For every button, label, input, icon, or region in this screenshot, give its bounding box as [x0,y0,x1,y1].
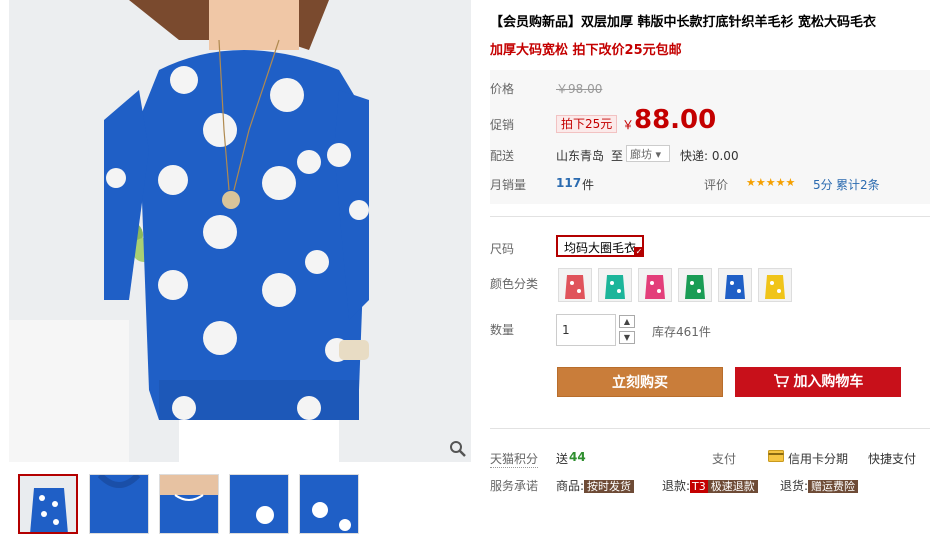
monthly-sales-label: 月销量 [490,178,527,192]
thumbnail-1[interactable] [18,474,78,534]
quantity-decrease-button[interactable]: ▼ [619,331,635,344]
monthly-sales-count: 117 [556,176,582,190]
zoom-icon[interactable] [449,440,467,458]
color-swatch-teal[interactable] [598,268,632,302]
thumbnail-2[interactable] [89,474,149,534]
points-prefix: 送 [556,452,569,466]
ship-from: 山东青岛 [556,149,605,163]
cart-icon [773,374,794,390]
color-label: 颜色分类 [490,277,539,291]
color-swatch-green[interactable] [678,268,712,302]
return-service: 退货: 赠运费险 [780,477,859,494]
original-price: ￥98.00 [556,82,603,96]
divider [490,428,930,429]
buy-now-button[interactable]: 立刻购买 [557,367,723,397]
price-block: 价格 ￥98.00 促销 拍下25元 ￥ 88.00 配送 山东青岛 至 廊坊 … [490,70,930,204]
payment-label: 支付 [712,452,737,466]
credit-card-icon [768,450,784,464]
thumbnail-5[interactable] [299,474,359,534]
quantity-increase-button[interactable]: ▲ [619,315,635,328]
stock-count: 库存461件 [652,325,711,339]
points-label[interactable]: 天猫积分 [490,450,539,468]
rating-label: 评价 [704,178,729,192]
return-label: 退货: [780,479,809,493]
color-swatch-pink[interactable] [638,268,672,302]
product-title: 【会员购新品】双层加厚 韩版中长款打底针织羊毛衫 宽松大码毛衣 [490,15,877,30]
destination-select[interactable]: 廊坊 ▾ [626,145,670,162]
refund-badge: T3 [690,480,708,493]
service-label: 服务承诺 [490,479,539,493]
shipping-fee: 快递: 0.00 [680,149,739,163]
color-swatch-yellow[interactable] [758,268,792,302]
add-to-cart-label: 加入购物车 [793,374,864,390]
add-to-cart-button[interactable]: 加入购物车 [735,367,901,397]
shipping-label: 配送 [490,149,515,163]
price-label: 价格 [490,82,515,96]
goods-tag[interactable]: 按时发货 [584,480,635,493]
thumbnail-strip [18,474,378,536]
promo-label: 促销 [490,118,515,132]
color-swatch-blue[interactable] [718,268,752,302]
quantity-label: 数量 [490,323,515,337]
points-value: 44 [569,450,586,464]
thumbnail-4[interactable] [229,474,289,534]
goods-service: 商品: 按时发货 [556,477,635,494]
thumbnail-3[interactable] [159,474,219,534]
product-photo [9,0,471,462]
product-info-panel: 【会员购新品】双层加厚 韩版中长款打底针织羊毛衫 宽松大码毛衣 加厚大码宽松 拍… [490,0,930,545]
promo-tag: 拍下25元 [556,115,618,133]
color-swatch-red[interactable] [558,268,592,302]
currency-symbol: ￥ [622,118,635,132]
divider [490,216,930,217]
size-label: 尺码 [490,242,515,256]
credit-installment-link[interactable]: 信用卡分期 [788,450,848,467]
review-count-link[interactable]: 累计2条 [836,176,880,193]
rating-stars: ★★★★★ [746,176,796,189]
ship-to-label: 至 [611,149,624,163]
size-option[interactable]: 均码大圈毛衣 ✓ [556,235,645,257]
refund-label: 退款: [662,479,691,493]
quick-pay-link[interactable]: 快捷支付 [868,450,916,467]
goods-label: 商品: [556,479,585,493]
product-subtitle: 加厚大码宽松 拍下改价25元包邮 [490,43,682,58]
return-tag[interactable]: 赠运费险 [808,480,859,493]
quantity-input[interactable] [556,314,616,346]
rating-score: 5分 [813,178,833,192]
monthly-sales-unit: 件 [582,178,595,192]
current-price: 88.00 [634,105,717,135]
check-icon: ✓ [634,247,645,257]
refund-tag[interactable]: 极速退款 [707,480,758,493]
size-option-label: 均码大圈毛衣 [564,241,637,255]
main-product-image[interactable] [9,0,471,462]
refund-service: 退款: T3 极速退款 [662,477,758,494]
